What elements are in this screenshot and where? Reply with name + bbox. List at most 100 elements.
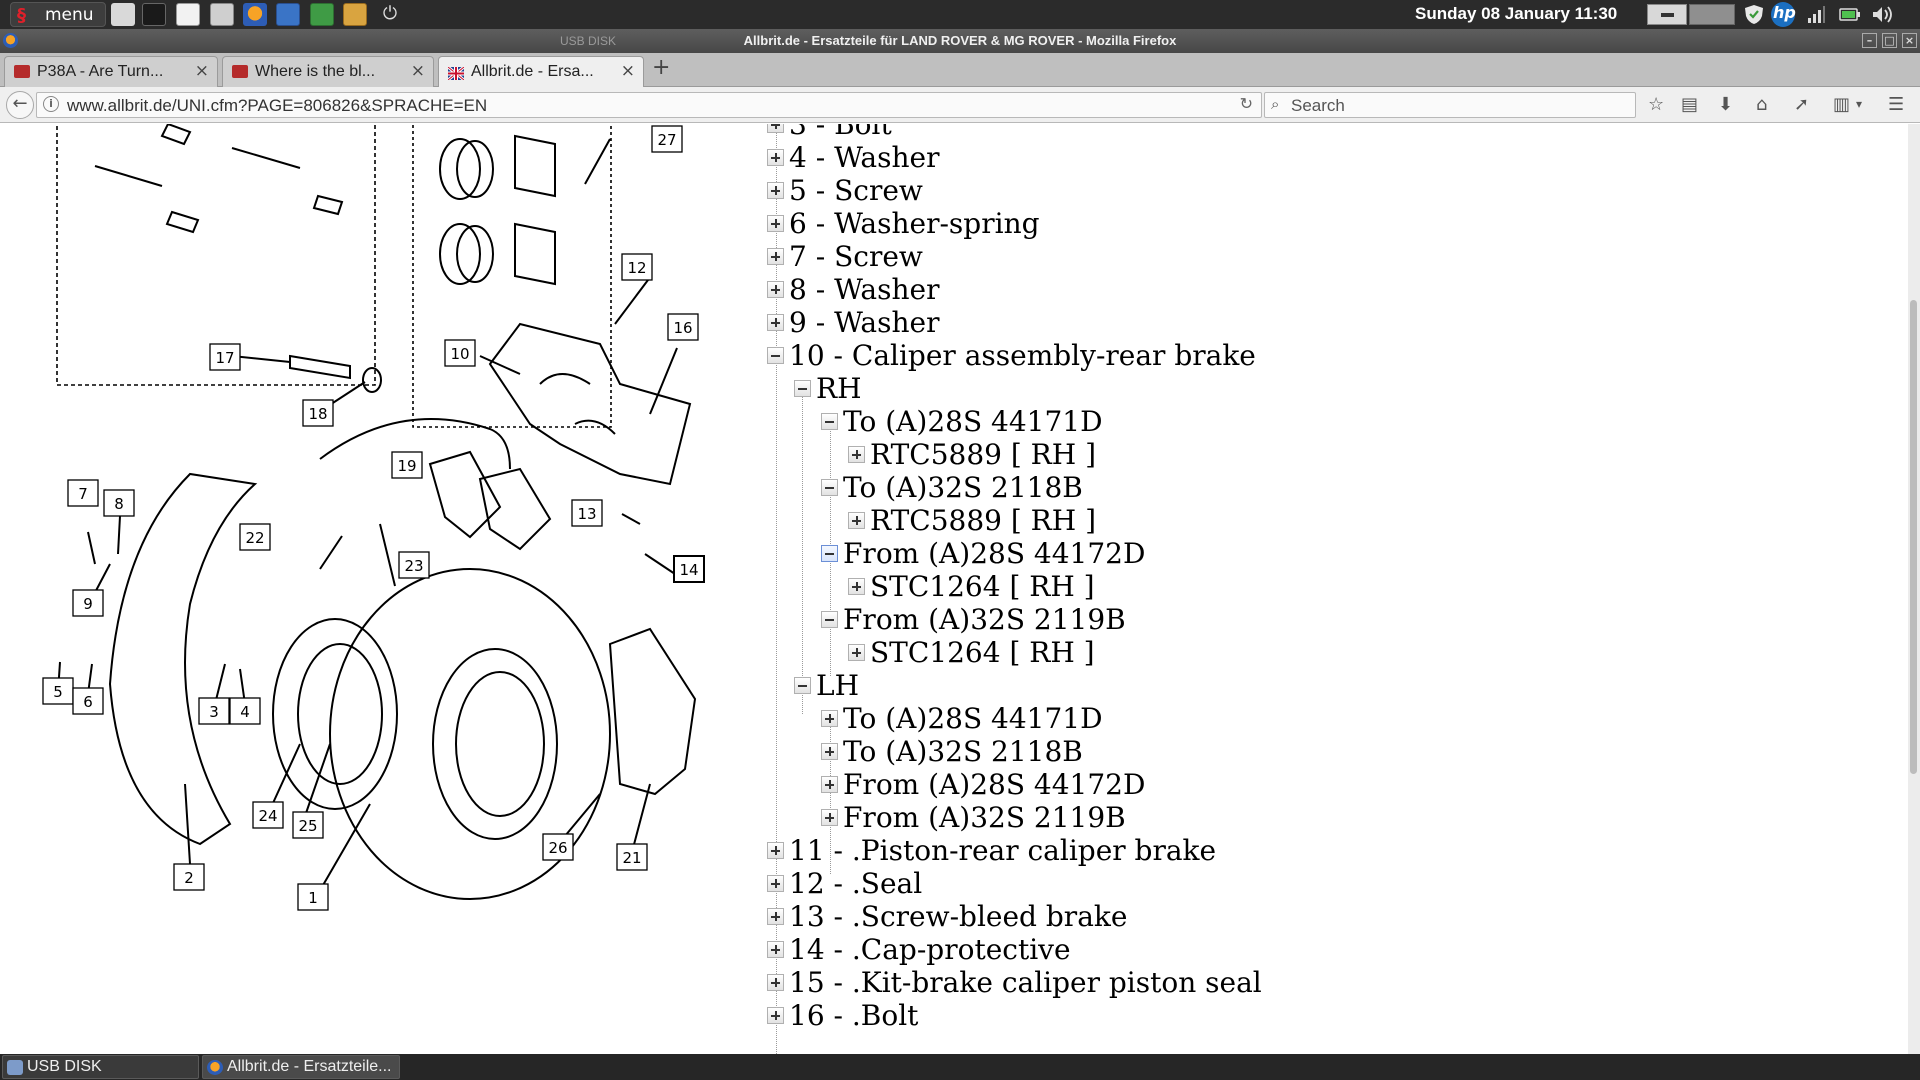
tree-item-label[interactable]: 8 - Washer xyxy=(789,273,939,306)
tab-allbrit[interactable]: Allbrit.de - Ersa... × xyxy=(438,56,644,87)
tree-item-label[interactable]: STC1264 [ RH ] xyxy=(870,636,1095,669)
collapse-toggle-icon[interactable] xyxy=(794,380,811,397)
volume-icon[interactable] xyxy=(1870,4,1898,25)
tree-item-label[interactable]: RTC5889 [ RH ] xyxy=(870,438,1096,471)
tree-item-label[interactable]: 6 - Washer-spring xyxy=(789,207,1040,240)
workspace-switcher-1[interactable] xyxy=(1647,4,1687,25)
clipboard-icon[interactable]: ▥ xyxy=(1833,94,1850,115)
tree-item-label[interactable]: From (A)32S 2119B xyxy=(843,801,1126,834)
expand-toggle-icon[interactable] xyxy=(767,215,784,232)
download-icon[interactable]: ⬇ xyxy=(1718,94,1733,115)
collapse-toggle-icon[interactable] xyxy=(821,545,838,562)
reload-icon[interactable]: ↻ xyxy=(1240,94,1253,113)
pocket-icon[interactable]: ➚ xyxy=(1794,94,1809,115)
reading-list-icon[interactable]: ▤ xyxy=(1681,94,1698,115)
tree-item-label[interactable]: 3 - Bolt xyxy=(789,124,892,141)
workspace-switcher-2[interactable] xyxy=(1689,4,1735,25)
tab-close-icon[interactable]: × xyxy=(621,61,635,81)
tree-item-label[interactable]: To (A)32S 2118B xyxy=(843,735,1083,768)
tree-item-label[interactable]: From (A)32S 2119B xyxy=(843,603,1126,636)
tree-item-label[interactable]: RH xyxy=(816,372,862,405)
network-signal-icon[interactable] xyxy=(1806,4,1826,25)
hp-brand-icon[interactable]: hp xyxy=(1771,2,1796,27)
shield-icon[interactable] xyxy=(1743,4,1765,25)
scrollbar-thumb[interactable] xyxy=(1910,300,1917,774)
tab-close-icon[interactable]: × xyxy=(411,61,425,81)
home-icon[interactable]: ⌂ xyxy=(1756,94,1767,115)
tree-item-label[interactable]: 10 - Caliper assembly-rear brake xyxy=(789,339,1256,372)
url-bar[interactable]: i www.allbrit.de/UNI.cfm?PAGE=806826&SPR… xyxy=(36,92,1262,118)
collapse-toggle-icon[interactable] xyxy=(821,413,838,430)
expand-toggle-icon[interactable] xyxy=(767,875,784,892)
expand-toggle-icon[interactable] xyxy=(767,1007,784,1024)
tree-item-label[interactable]: From (A)28S 44172D xyxy=(843,768,1145,801)
search-input[interactable]: ⌕ Search xyxy=(1264,92,1636,118)
expand-toggle-icon[interactable] xyxy=(848,644,865,661)
writer-launcher-icon[interactable] xyxy=(276,3,300,26)
power-icon[interactable]: ⏻ xyxy=(378,3,402,26)
page-scrollbar[interactable] xyxy=(1908,124,1920,1054)
collapse-toggle-icon[interactable] xyxy=(821,611,838,628)
expand-toggle-icon[interactable] xyxy=(767,974,784,991)
tree-item-label[interactable]: 11 - .Piston-rear caliper brake xyxy=(789,834,1216,867)
tree-item-label[interactable]: 14 - .Cap-protective xyxy=(789,933,1071,966)
tab-where-is-the-bl[interactable]: Where is the bl... × xyxy=(222,56,434,87)
taskbar-usb-disk[interactable]: USB DISK xyxy=(2,1055,199,1079)
start-menu-button[interactable]: § menu xyxy=(10,2,106,27)
expand-toggle-icon[interactable] xyxy=(821,743,838,760)
expand-toggle-icon[interactable] xyxy=(767,842,784,859)
tree-item-label[interactable]: To (A)32S 2118B xyxy=(843,471,1083,504)
tree-item-label[interactable]: 12 - .Seal xyxy=(789,867,922,900)
tab-close-icon[interactable]: × xyxy=(195,61,209,81)
tree-item-label[interactable]: RTC5889 [ RH ] xyxy=(870,504,1096,537)
tree-item-label[interactable]: From (A)28S 44172D xyxy=(843,537,1145,570)
bookmark-star-icon[interactable]: ☆ xyxy=(1648,94,1664,115)
expand-toggle-icon[interactable] xyxy=(767,149,784,166)
tree-item-label[interactable]: To (A)28S 44171D xyxy=(843,702,1103,735)
collapse-toggle-icon[interactable] xyxy=(767,347,784,364)
tree-item-label[interactable]: 5 - Screw xyxy=(789,174,923,207)
expand-toggle-icon[interactable] xyxy=(767,908,784,925)
terminal-launcher-icon[interactable] xyxy=(142,3,166,26)
close-window-icon[interactable]: × xyxy=(1902,33,1917,48)
expand-toggle-icon[interactable] xyxy=(848,446,865,463)
expand-toggle-icon[interactable] xyxy=(767,941,784,958)
collapse-toggle-icon[interactable] xyxy=(794,677,811,694)
tree-item-label[interactable]: 13 - .Screw-bleed brake xyxy=(789,900,1127,933)
tree-item-label[interactable]: 15 - .Kit-brake caliper piston seal xyxy=(789,966,1262,999)
expand-toggle-icon[interactable] xyxy=(767,124,784,133)
tree-item-label[interactable]: 16 - .Bolt xyxy=(789,999,918,1032)
calculator-launcher-icon[interactable] xyxy=(210,3,234,26)
expand-toggle-icon[interactable] xyxy=(821,809,838,826)
tree-item-label[interactable]: 9 - Washer xyxy=(789,306,939,339)
site-info-icon[interactable]: i xyxy=(43,96,59,112)
maximize-icon[interactable]: □ xyxy=(1882,33,1897,48)
expand-toggle-icon[interactable] xyxy=(767,314,784,331)
overflow-chevron-icon[interactable]: ▾ xyxy=(1856,97,1862,111)
window-title-bar[interactable]: USB DISK Allbrit.de - Ersatzteile für LA… xyxy=(0,29,1920,53)
back-button[interactable]: ← xyxy=(6,91,34,119)
expand-toggle-icon[interactable] xyxy=(767,182,784,199)
spreadsheet-launcher-icon[interactable] xyxy=(310,3,334,26)
tree-item-label[interactable]: 4 - Washer xyxy=(789,141,939,174)
tree-item-label[interactable]: 7 - Screw xyxy=(789,240,923,273)
expand-toggle-icon[interactable] xyxy=(821,776,838,793)
expand-toggle-icon[interactable] xyxy=(821,710,838,727)
image-viewer-launcher-icon[interactable] xyxy=(343,3,367,26)
expand-toggle-icon[interactable] xyxy=(767,281,784,298)
file-manager-launcher-icon[interactable] xyxy=(111,3,135,26)
tab-p38a[interactable]: P38A - Are Turn... × xyxy=(4,56,218,87)
battery-icon[interactable] xyxy=(1838,4,1862,25)
new-tab-button[interactable]: + xyxy=(652,55,670,80)
url-text[interactable]: www.allbrit.de/UNI.cfm?PAGE=806826&SPRAC… xyxy=(67,96,487,116)
taskbar-firefox-window[interactable]: Allbrit.de - Ersatzteile... xyxy=(202,1055,400,1079)
expand-toggle-icon[interactable] xyxy=(767,248,784,265)
tree-item-label[interactable]: STC1264 [ RH ] xyxy=(870,570,1095,603)
collapse-toggle-icon[interactable] xyxy=(821,479,838,496)
firefox-launcher-icon[interactable] xyxy=(243,3,267,26)
expand-toggle-icon[interactable] xyxy=(848,578,865,595)
minimize-icon[interactable]: – xyxy=(1862,33,1877,48)
clock[interactable]: Sunday 08 January 11:30 xyxy=(1415,4,1617,24)
tree-item-label[interactable]: To (A)28S 44171D xyxy=(843,405,1103,438)
expand-toggle-icon[interactable] xyxy=(848,512,865,529)
